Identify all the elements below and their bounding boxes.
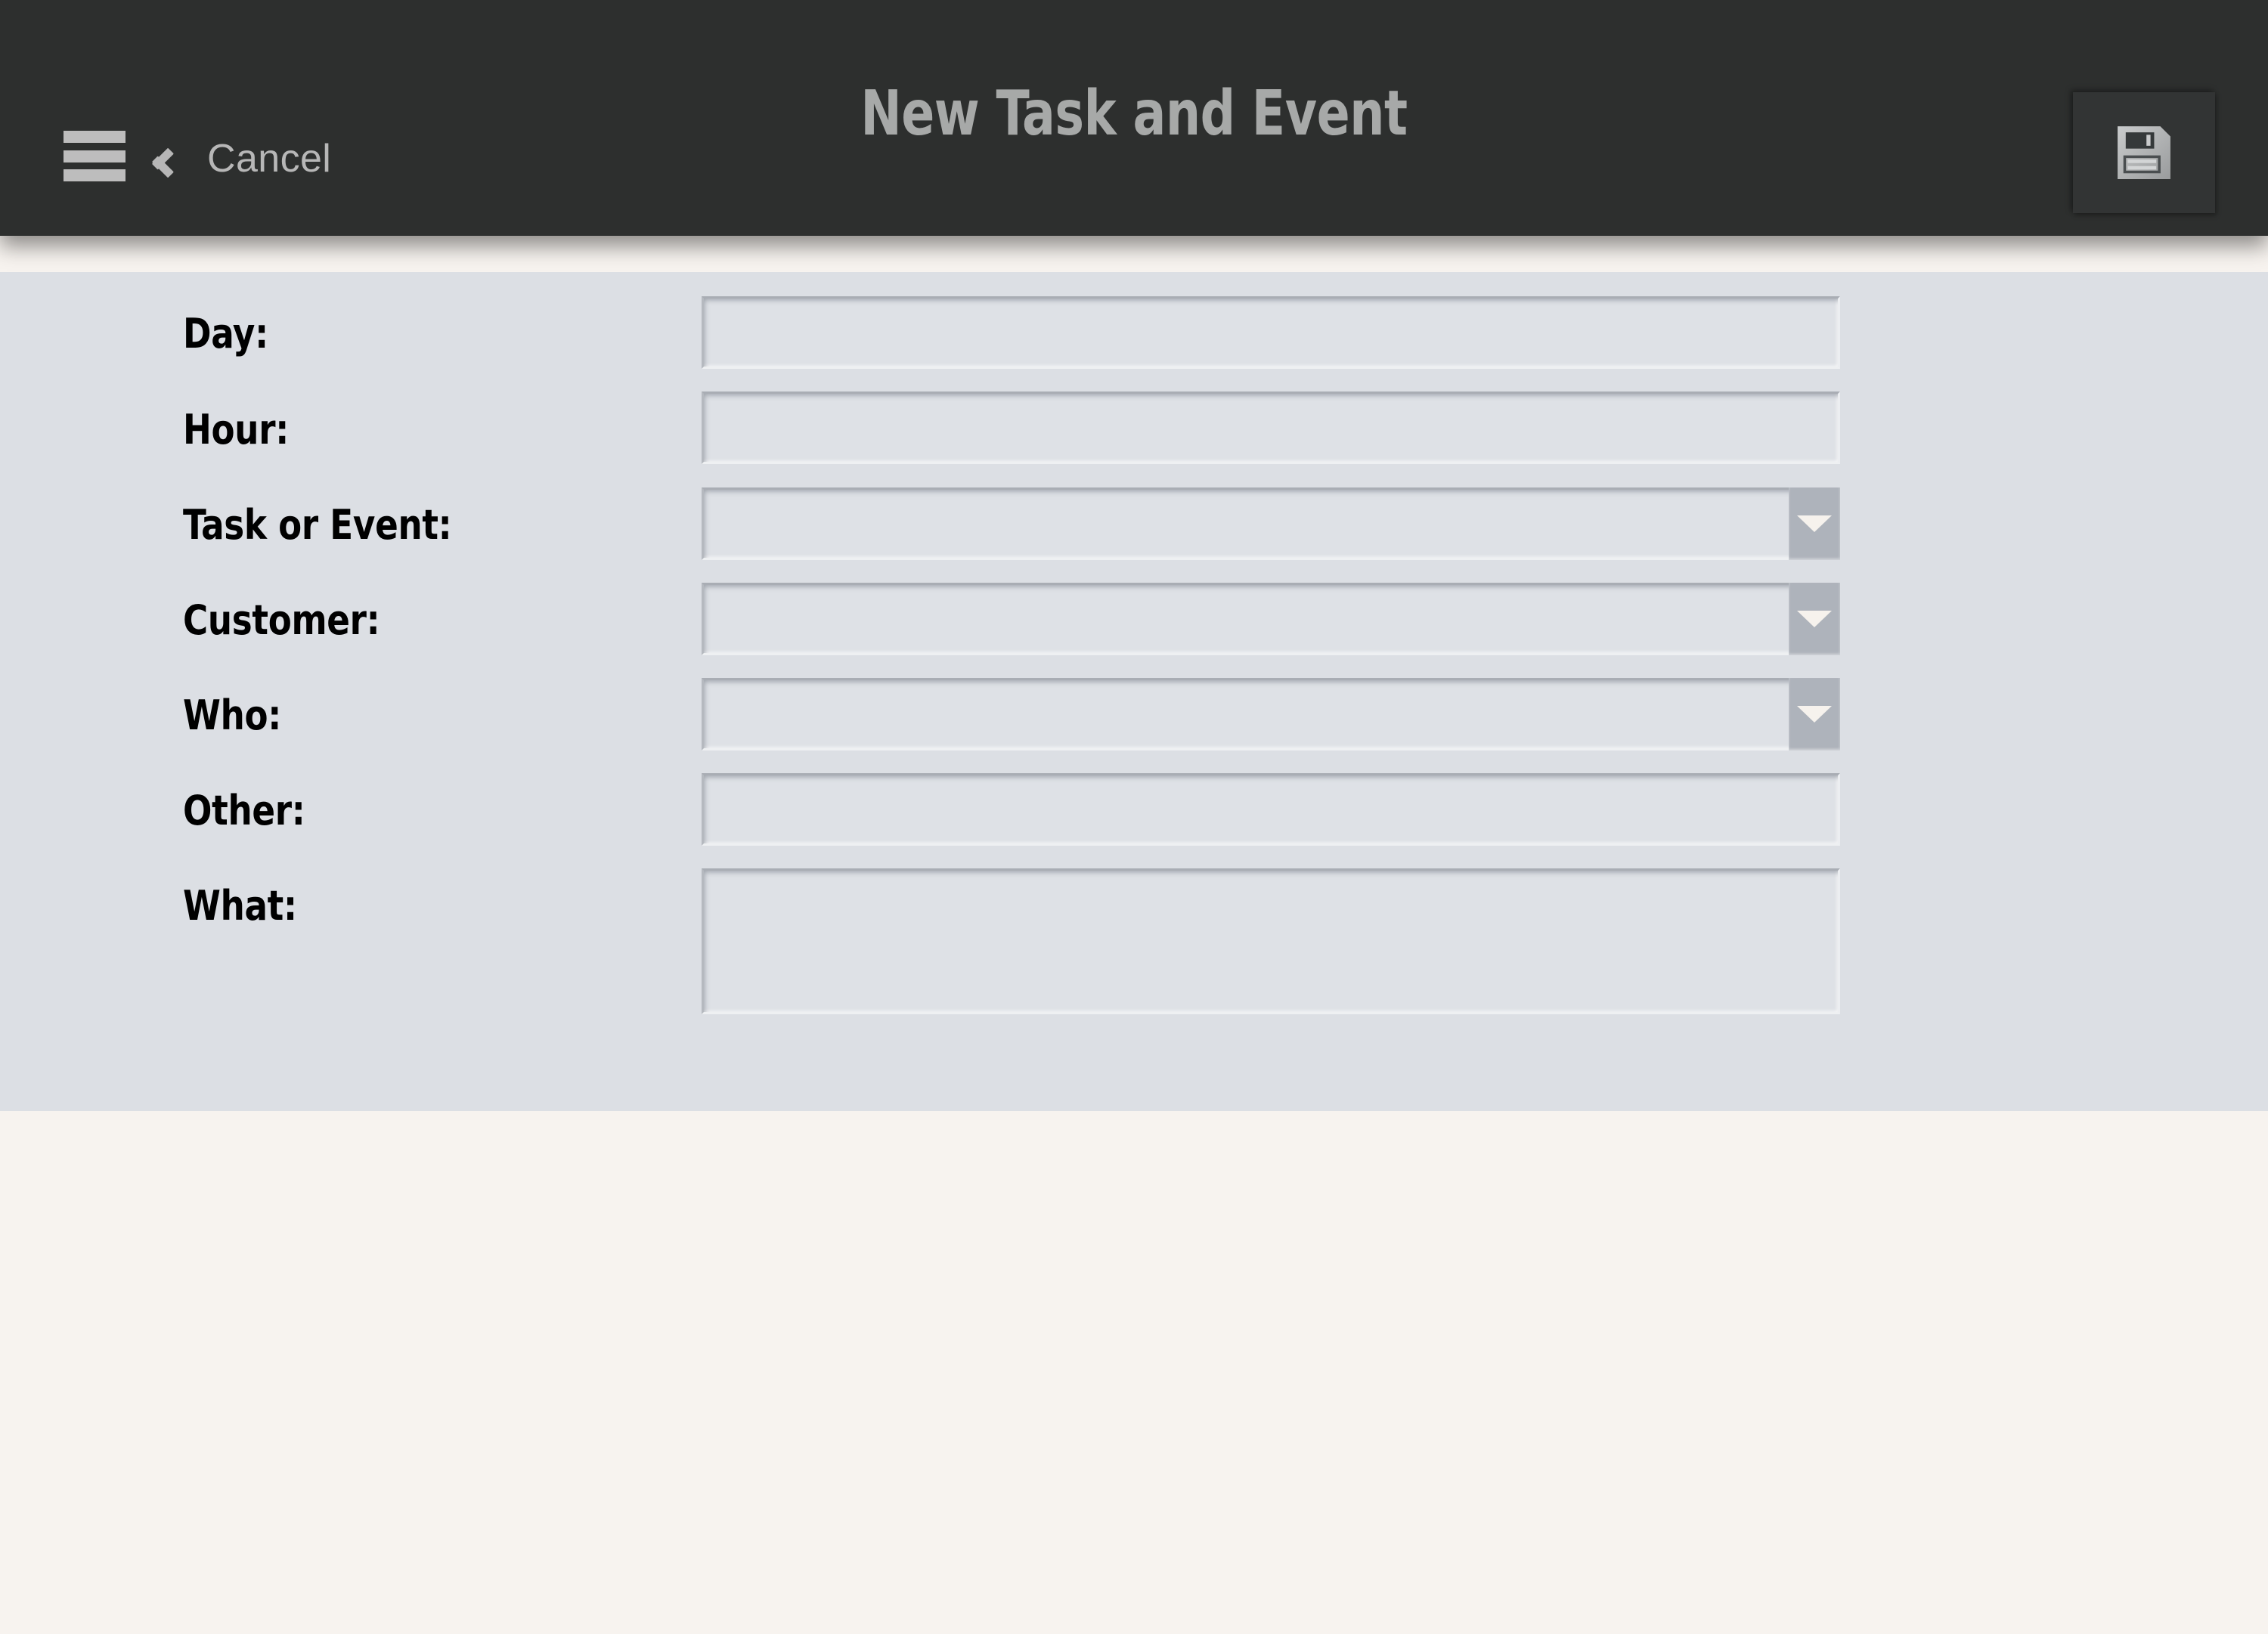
- label-who: Who:: [183, 692, 282, 739]
- chevron-down-icon: [1797, 706, 1832, 723]
- label-customer: Customer:: [183, 596, 380, 644]
- chevron-down-icon: [1797, 515, 1832, 532]
- cancel-button[interactable]: Cancel: [168, 121, 346, 197]
- dropdown-button-task-or-event[interactable]: [1789, 487, 1840, 560]
- select-who[interactable]: [702, 678, 1840, 750]
- app-header: Cancel New Task and Event: [0, 0, 2268, 236]
- hamburger-bar: [64, 169, 125, 181]
- form-panel: Day: Hour: Task or Event: Customer: Who:…: [0, 272, 2268, 1111]
- hamburger-bar: [64, 150, 125, 162]
- textarea-what[interactable]: [702, 868, 1840, 1014]
- label-day: Day:: [183, 310, 268, 357]
- label-task-or-event: Task or Event:: [183, 501, 452, 549]
- app-window: Cancel New Task and Event Day: Hour: Tas…: [0, 0, 2268, 1634]
- select-customer[interactable]: [702, 583, 1840, 655]
- save-button[interactable]: [2073, 92, 2215, 213]
- header-gap-strip: [0, 236, 2268, 272]
- dropdown-button-who[interactable]: [1789, 678, 1840, 750]
- input-hour[interactable]: [702, 391, 1840, 464]
- page-title: New Task and Event: [0, 0, 2268, 236]
- page-background-bottom: [0, 1111, 2268, 1634]
- input-day[interactable]: [702, 296, 1840, 369]
- label-what: What:: [183, 882, 297, 930]
- hamburger-menu-icon[interactable]: [64, 131, 125, 181]
- input-other[interactable]: [702, 773, 1840, 846]
- label-other: Other:: [183, 787, 305, 834]
- chevron-down-icon: [1797, 611, 1832, 627]
- cancel-button-label: Cancel: [207, 137, 332, 181]
- hamburger-bar: [64, 131, 125, 143]
- page-title-text: New Task and Event: [860, 77, 1408, 150]
- dropdown-button-customer[interactable]: [1789, 583, 1840, 655]
- chevron-left-icon: [168, 139, 191, 178]
- select-task-or-event[interactable]: [702, 487, 1840, 560]
- floppy-disk-save-icon: [2118, 126, 2170, 179]
- label-hour: Hour:: [183, 406, 290, 453]
